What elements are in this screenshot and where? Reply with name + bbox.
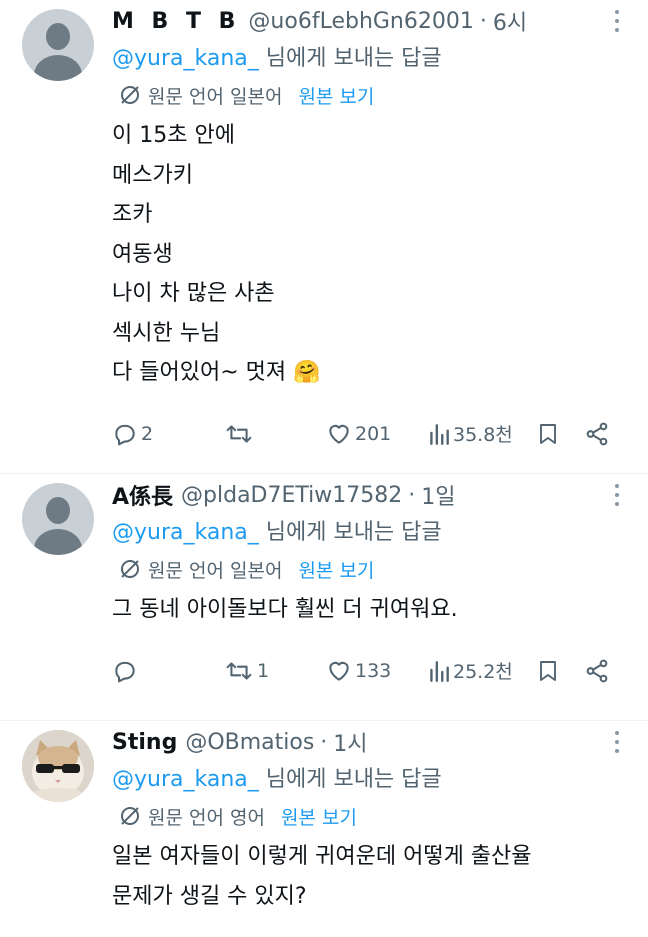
reply-mention[interactable]: @yura_kana_ — [112, 46, 259, 71]
avatar[interactable] — [22, 730, 94, 802]
action-bar: 2 201 35.8천 — [112, 409, 630, 459]
author-name[interactable]: A係長 — [112, 479, 173, 511]
views-button[interactable]: 35.8천 — [428, 420, 536, 447]
reply-icon — [115, 661, 135, 682]
tweet-text: 이 15초 안에 메스가키 조카 여동생 나이 차 많은 사촌 섹시한 누님 다… — [112, 123, 321, 385]
reply-feed: M B T B @uo6fLebhGn62001 · 6시 @yura_kana… — [0, 0, 648, 937]
show-original-link[interactable]: 원본 보기 — [298, 82, 374, 109]
separator-dot: · — [320, 729, 328, 755]
reply-suffix: 님에게 보내는 답글 — [258, 767, 442, 792]
reply-suffix: 님에게 보내는 답글 — [258, 520, 442, 545]
timestamp[interactable]: 6시 — [493, 5, 527, 37]
retweet-icon — [226, 661, 252, 680]
bookmark-icon — [540, 423, 556, 444]
source-language-label: 원문 언어 일본어 — [148, 85, 283, 108]
translation-bar: 원문 언어 일본어 원본 보기 — [118, 554, 630, 584]
translation-bar: 원문 언어 영어 원본 보기 — [118, 801, 630, 831]
share-icon — [586, 659, 608, 682]
more-options-icon[interactable] — [614, 10, 620, 36]
tweet-header: M B T B @uo6fLebhGn62001 · 6시 — [112, 5, 630, 37]
share-icon — [586, 422, 608, 445]
separator-dot: · — [408, 482, 416, 508]
share-button[interactable] — [584, 658, 610, 684]
action-bar: 1 133 25.2천 — [112, 646, 630, 696]
show-original-link[interactable]: 원본 보기 — [298, 556, 374, 583]
tweet[interactable]: M B T B @uo6fLebhGn62001 · 6시 @yura_kana… — [0, 0, 648, 474]
tweet[interactable]: Sting @OBmatios · 1시 @yura_kana_ 님에게 보내는… — [0, 721, 648, 937]
timestamp[interactable]: 1시 — [333, 726, 367, 758]
cat-sunglasses-avatar-icon — [22, 730, 94, 802]
reply-suffix: 님에게 보내는 답글 — [258, 46, 442, 71]
retweet-button[interactable] — [224, 421, 326, 447]
heart-icon — [329, 424, 349, 444]
views-icon — [430, 660, 449, 682]
source-language-label: 원문 언어 영어 — [148, 806, 265, 829]
views-button[interactable]: 25.2천 — [428, 657, 536, 684]
tweet[interactable]: A係長 @pldaD7ETiw17582 · 1일 @yura_kana_ 님에… — [0, 474, 648, 721]
author-handle[interactable]: @OBmatios — [185, 730, 314, 755]
views-count: 35.8천 — [453, 424, 513, 446]
like-count: 201 — [355, 422, 392, 445]
author-name[interactable]: M B T B — [112, 9, 240, 34]
views-icon — [430, 423, 449, 445]
like-count: 133 — [355, 659, 392, 682]
show-original-link[interactable]: 원본 보기 — [281, 803, 357, 830]
reply-count: 2 — [141, 422, 154, 445]
translate-icon — [121, 807, 139, 825]
bookmark-button[interactable] — [536, 421, 584, 447]
avatar[interactable] — [22, 9, 94, 81]
bookmark-icon — [540, 660, 556, 681]
translation-bar: 원문 언어 일본어 원본 보기 — [118, 80, 630, 110]
reply-mention[interactable]: @yura_kana_ — [112, 767, 259, 792]
timestamp[interactable]: 1일 — [421, 479, 455, 511]
reply-mention[interactable]: @yura_kana_ — [112, 520, 259, 545]
reply-button[interactable] — [112, 658, 224, 684]
heart-icon — [329, 661, 349, 681]
like-button[interactable]: 133 — [326, 658, 428, 684]
translate-icon — [121, 86, 139, 104]
source-language-label: 원문 언어 일본어 — [148, 559, 283, 582]
views-count: 25.2천 — [453, 661, 513, 683]
bookmark-button[interactable] — [536, 658, 584, 684]
replying-to: @yura_kana_ 님에게 보내는 답글 — [112, 761, 630, 795]
author-handle[interactable]: @uo6fLebhGn62001 — [248, 9, 473, 34]
more-options-icon[interactable] — [614, 731, 620, 757]
retweet-count: 1 — [257, 659, 270, 682]
retweet-button[interactable]: 1 — [224, 658, 326, 684]
tweet-header: A係長 @pldaD7ETiw17582 · 1일 — [112, 479, 630, 511]
reply-icon — [115, 424, 135, 445]
tweet-text: 그 동네 아이돌보다 훨씬 더 귀여워요. — [112, 597, 458, 622]
more-options-icon[interactable] — [614, 484, 620, 510]
author-name[interactable]: Sting — [112, 730, 177, 755]
reply-button[interactable]: 2 — [112, 421, 224, 447]
author-handle[interactable]: @pldaD7ETiw17582 — [181, 483, 402, 508]
separator-dot: · — [479, 8, 487, 34]
replying-to: @yura_kana_ 님에게 보내는 답글 — [112, 40, 630, 74]
translate-icon — [121, 560, 139, 578]
avatar[interactable] — [22, 483, 94, 555]
like-button[interactable]: 201 — [326, 421, 428, 447]
tweet-header: Sting @OBmatios · 1시 — [112, 726, 630, 758]
replying-to: @yura_kana_ 님에게 보내는 답글 — [112, 514, 630, 548]
tweet-text: 일본 여자들이 이렇게 귀여운데 어떻게 출산율 문제가 생길 수 있지? — [112, 844, 532, 909]
share-button[interactable] — [584, 421, 610, 447]
retweet-icon — [226, 424, 252, 443]
